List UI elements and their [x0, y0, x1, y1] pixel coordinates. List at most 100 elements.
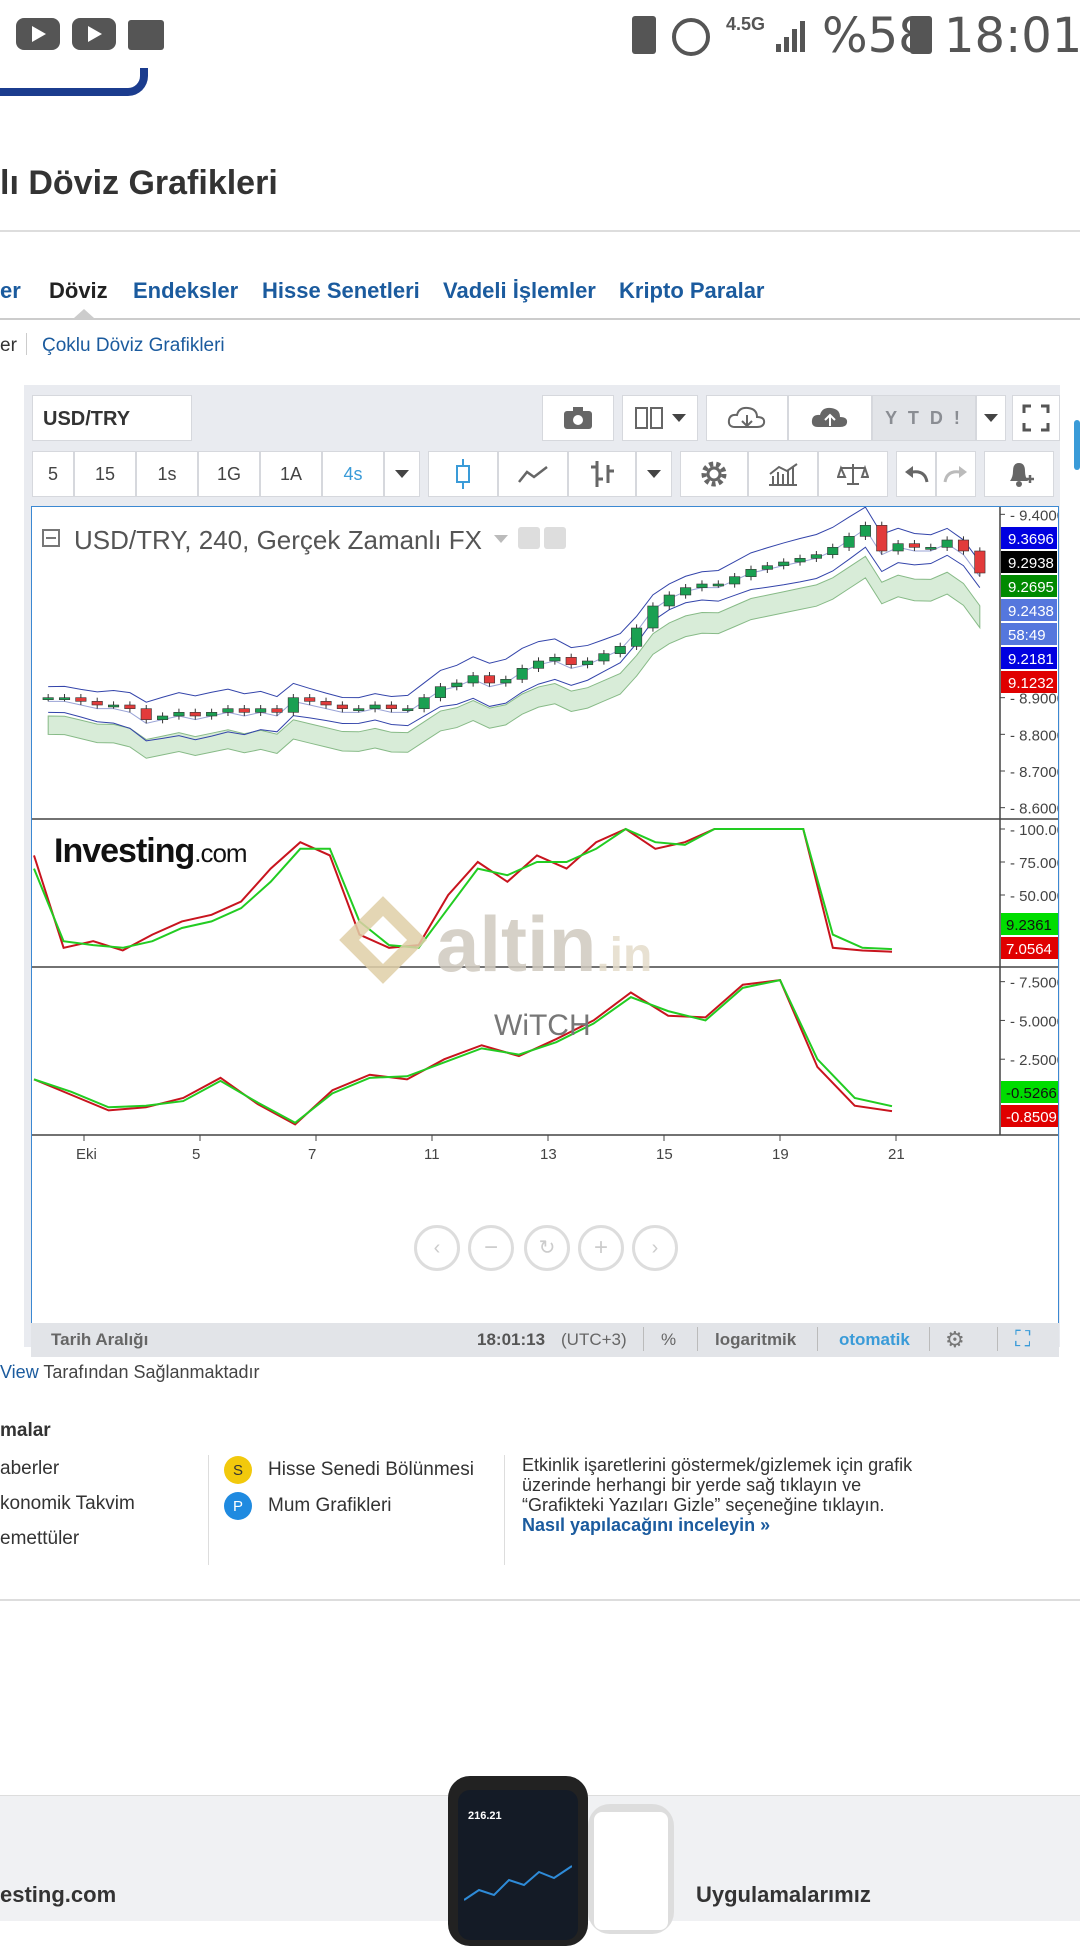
phone-screen-2 — [594, 1812, 668, 1930]
undo-button[interactable] — [896, 451, 936, 497]
eye-icon[interactable] — [518, 527, 540, 549]
layout-icon — [635, 407, 663, 429]
timezone[interactable]: (UTC+3) — [561, 1330, 627, 1350]
fullscreen-icon[interactable]: ⛶ — [1015, 1326, 1030, 1352]
interval-1g[interactable]: 1G — [198, 451, 260, 497]
line-chart-button[interactable] — [498, 451, 568, 497]
reset-icon[interactable]: ↻ — [524, 1225, 570, 1271]
section-title: malar — [0, 1420, 51, 1441]
x-tick-label: 13 — [540, 1146, 557, 1163]
footer-site[interactable]: esting.com — [0, 1882, 116, 1908]
x-tick-label: 21 — [888, 1146, 905, 1163]
y-tick-label: - 5.0000 — [1010, 1013, 1058, 1030]
divider — [929, 1327, 930, 1351]
watermark-brand: Investing — [54, 832, 195, 870]
candle — [810, 554, 822, 559]
bars-button[interactable] — [568, 451, 636, 497]
zoom-in-icon[interactable]: + — [578, 1225, 624, 1271]
provider-link[interactable]: View — [0, 1362, 39, 1382]
clock: 18:01 — [944, 8, 1080, 64]
interval-1a[interactable]: 1A — [260, 451, 322, 497]
chart-type-dropdown[interactable] — [636, 451, 672, 497]
camera-button[interactable] — [542, 395, 614, 441]
tab-hisse-senetleri[interactable]: Hisse Senetleri — [262, 278, 420, 304]
undo-icon — [905, 466, 929, 483]
site-logo[interactable] — [0, 68, 148, 96]
candle — [418, 697, 430, 709]
tab-doviz[interactable]: Döviz — [49, 278, 108, 304]
candle — [761, 565, 773, 570]
candle — [827, 547, 839, 555]
footer-apps-title[interactable]: Uygulamalarımız — [696, 1882, 871, 1908]
y-tick-label: - 8.9000 — [1010, 691, 1058, 708]
alert-button[interactable] — [984, 451, 1054, 497]
tab-partial[interactable]: er — [0, 278, 21, 304]
signal-icon — [776, 21, 805, 52]
scroll-right-icon[interactable]: › — [632, 1225, 678, 1271]
how-to-link[interactable]: Nasıl yapılacağını inceleyin » — [522, 1515, 770, 1535]
phone-chart-icon — [464, 1865, 572, 1901]
phone-image: 216.21 — [448, 1776, 588, 1946]
indicators-button[interactable] — [748, 451, 818, 497]
candle — [467, 675, 479, 684]
settings-button[interactable] — [680, 451, 748, 497]
log-toggle[interactable]: logaritmik — [715, 1330, 796, 1350]
chart-area[interactable]: - 8.6000 - 8.7000 - 8.8000 - 8.9000 - 9.4000… — [31, 506, 1059, 1324]
interval-5[interactable]: 5 — [32, 451, 74, 497]
candle — [353, 708, 365, 711]
interval-dropdown[interactable] — [384, 451, 420, 497]
gear-icon[interactable] — [544, 527, 566, 549]
layout-button[interactable] — [622, 395, 698, 441]
candle — [876, 525, 888, 552]
compare-button[interactable] — [818, 451, 888, 497]
candle — [532, 660, 545, 669]
divider — [997, 1327, 998, 1351]
subnav-partial[interactable]: er — [0, 335, 17, 357]
percent-toggle[interactable]: % — [661, 1330, 676, 1350]
interval-4s[interactable]: 4s — [322, 451, 384, 497]
tab-endeksler[interactable]: Endeksler — [133, 278, 238, 304]
candle — [222, 708, 234, 713]
subnav-multi-currency-charts[interactable]: Çoklu Döviz Grafikleri — [42, 335, 225, 357]
event-link-dividends[interactable]: emettüler — [0, 1528, 79, 1550]
zoom-out-icon[interactable]: − — [468, 1225, 514, 1271]
redo-button[interactable] — [936, 451, 976, 497]
auto-toggle[interactable]: otomatik — [839, 1330, 910, 1350]
chevron-down-icon — [984, 414, 998, 422]
scroll-left-icon[interactable]: ‹ — [414, 1225, 460, 1271]
chevron-down-icon[interactable] — [494, 535, 508, 543]
value-label-text: -0.8509 — [1006, 1109, 1057, 1126]
interval-1s[interactable]: 1s — [136, 451, 198, 497]
price-label-text: 9.2181 — [1008, 651, 1054, 668]
folder-icon — [128, 20, 164, 50]
candles-button[interactable] — [428, 451, 498, 497]
gear-icon[interactable]: ⚙ — [945, 1327, 965, 1353]
interval-15[interactable]: 15 — [74, 451, 136, 497]
download-button[interactable] — [706, 395, 788, 441]
range-dropdown[interactable] — [976, 395, 1006, 441]
candle — [663, 594, 675, 607]
upload-button[interactable] — [788, 395, 872, 441]
altin-logo-icon — [339, 896, 427, 984]
tab-kripto-paralar[interactable]: Kripto Paralar — [619, 278, 765, 304]
legend-candles[interactable]: Mum Grafikleri — [268, 1495, 392, 1517]
event-link-news[interactable]: aberler — [0, 1458, 59, 1480]
candle — [957, 539, 970, 552]
range-button[interactable]: Y T D ! — [872, 395, 976, 441]
candle — [712, 583, 724, 587]
collapse-icon[interactable] — [42, 529, 60, 547]
fullscreen-button[interactable] — [1012, 395, 1060, 441]
phone-screen: 216.21 — [458, 1790, 578, 1940]
date-range-button[interactable]: Tarih Aralığı — [51, 1330, 148, 1350]
candle — [778, 561, 790, 566]
candle — [336, 704, 348, 709]
subnav-divider — [26, 333, 27, 355]
y-tick-label: - 100.0000 — [1010, 822, 1058, 839]
legend-split[interactable]: Hisse Senedi Bölünmesi — [268, 1459, 474, 1481]
candle — [549, 657, 561, 662]
candle — [42, 697, 54, 700]
page-scrollbar[interactable] — [1074, 420, 1080, 470]
symbol-input[interactable]: USD/TRY — [32, 395, 192, 441]
tab-vadeli-islemler[interactable]: Vadeli İşlemler — [443, 278, 596, 304]
event-link-calendar[interactable]: konomik Takvim — [0, 1493, 135, 1515]
